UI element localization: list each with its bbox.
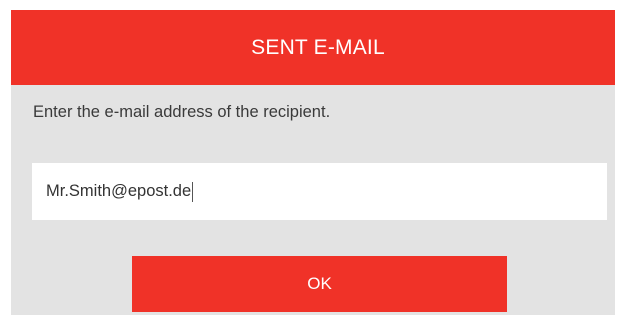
- dialog-title: SENT E-MAIL: [251, 35, 385, 59]
- instruction-text: Enter the e-mail address of the recipien…: [33, 103, 331, 121]
- ok-button[interactable]: OK: [132, 256, 507, 312]
- recipient-email-input[interactable]: Mr.Smith@epost.de: [32, 163, 607, 220]
- dialog-header: SENT E-MAIL: [11, 10, 615, 85]
- text-caret: [192, 181, 194, 202]
- send-email-dialog: SENT E-MAIL Enter the e-mail address of …: [11, 10, 615, 315]
- recipient-email-value: Mr.Smith@epost.de: [46, 182, 192, 200]
